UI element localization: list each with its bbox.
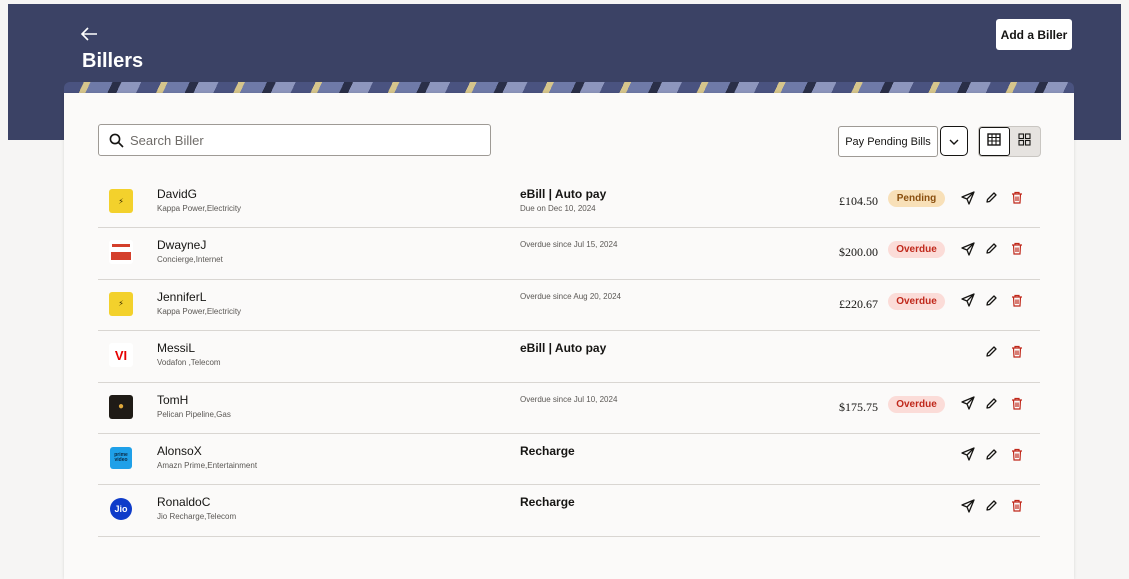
bill-amount: $175.75: [839, 399, 878, 414]
biller-name[interactable]: JenniferL: [157, 290, 206, 304]
biller-row[interactable]: VI MessiL Vodafon ,Telecom eBill | Auto pay: [98, 331, 1040, 383]
edit-icon[interactable]: [984, 190, 999, 205]
delete-icon[interactable]: [1009, 498, 1024, 513]
view-toggle: [978, 126, 1041, 157]
billers-list: ⚡ DavidG Kappa Power,Electricity eBill | Au…: [98, 177, 1040, 537]
biller-row[interactable]: ⚡ DavidG Kappa Power,Electricity eBill | Au…: [98, 177, 1040, 229]
chevron-down-icon: [949, 132, 959, 150]
send-icon[interactable]: [960, 447, 975, 462]
search-input[interactable]: [130, 125, 480, 155]
bill-type: eBill | Auto pay: [520, 187, 607, 201]
biller-logo: [109, 240, 133, 265]
page-title: Billers: [82, 50, 144, 72]
biller-category: Pelican Pipeline,Gas: [157, 409, 231, 419]
add-biller-button[interactable]: Add a Biller: [996, 19, 1072, 50]
biller-row[interactable]: prime video AlonsoX Amazn Prime,Entertainm…: [98, 434, 1040, 486]
grid-icon: [1018, 132, 1031, 151]
biller-category: Concierge,Internet: [157, 255, 223, 265]
bill-type: eBill | Auto pay: [520, 341, 607, 356]
biller-category: Kappa Power,Electricity: [157, 204, 242, 213]
bill-overdue-date: Overdue since Jul 10, 2024: [520, 394, 618, 404]
biller-name[interactable]: RonaldoC: [157, 495, 210, 509]
send-icon[interactable]: [960, 241, 975, 256]
biller-row[interactable]: Jio RonaldoC Jio Recharge,Telecom Recharge: [98, 485, 1040, 537]
biller-category: Amazn Prime,Entertainment: [157, 460, 258, 470]
biller-row[interactable]: ⚡ JenniferL Kappa Power,Electricity Overdue…: [98, 280, 1040, 332]
search-box: [98, 124, 491, 156]
delete-icon[interactable]: [1009, 447, 1024, 462]
biller-row[interactable]: DwayneJ Concierge,Internet Overdue since J…: [98, 228, 1040, 280]
send-icon[interactable]: [960, 293, 975, 308]
biller-logo: VI: [109, 343, 133, 368]
send-icon[interactable]: [960, 396, 975, 411]
delete-icon[interactable]: [1009, 241, 1024, 256]
bill-due-date: Due on Dec 10, 2024: [520, 204, 596, 213]
biller-logo: ●: [109, 394, 133, 419]
grid-view-button[interactable]: [1010, 127, 1040, 156]
bill-overdue-date: Overdue since Jul 15, 2024: [520, 240, 618, 250]
biller-name[interactable]: DwayneJ: [157, 238, 206, 252]
status-badge: Overdue: [888, 241, 945, 259]
bill-amount: £220.67: [839, 296, 878, 311]
bill-overdue-date: Overdue since Aug 20, 2024: [520, 291, 621, 301]
edit-icon[interactable]: [984, 241, 999, 256]
biller-logo: Jio: [110, 498, 132, 521]
edit-icon[interactable]: [984, 447, 999, 462]
biller-row[interactable]: ● TomH Pelican Pipeline,Gas Overdue since J…: [98, 383, 1040, 434]
pay-options-dropdown[interactable]: [940, 126, 968, 156]
back-arrow-icon[interactable]: [80, 26, 100, 42]
edit-icon[interactable]: [984, 396, 999, 411]
edit-icon[interactable]: [984, 344, 999, 359]
biller-name[interactable]: TomH: [157, 393, 188, 407]
biller-category: Kappa Power,Electricity: [157, 306, 242, 316]
biller-category: Vodafon ,Telecom: [157, 358, 221, 368]
status-badge: Overdue: [888, 395, 945, 413]
biller-name[interactable]: AlonsoX: [157, 444, 202, 458]
edit-icon[interactable]: [984, 293, 999, 308]
biller-logo: prime video: [110, 446, 132, 469]
bill-type: Recharge: [520, 495, 575, 510]
bill-amount: $200.00: [839, 245, 878, 260]
biller-logo: ⚡: [109, 189, 133, 213]
bill-type: Recharge: [520, 443, 575, 458]
delete-icon[interactable]: [1009, 293, 1024, 308]
delete-icon[interactable]: [1009, 190, 1024, 205]
biller-category: Jio Recharge,Telecom: [157, 512, 237, 522]
delete-icon[interactable]: [1009, 344, 1024, 359]
send-icon[interactable]: [960, 498, 975, 513]
table-view-button[interactable]: [979, 127, 1010, 156]
biller-name[interactable]: DavidG: [157, 187, 197, 201]
biller-name[interactable]: MessiL: [157, 341, 195, 355]
send-icon[interactable]: [960, 190, 975, 205]
billers-card: Pay Pending Bills ⚡ DavidG Kappa Power,Ele…: [64, 93, 1074, 579]
status-badge: Overdue: [888, 292, 945, 310]
status-badge: Pending: [888, 190, 945, 207]
search-icon: [109, 133, 124, 148]
bill-amount: £104.50: [839, 194, 878, 208]
delete-icon[interactable]: [1009, 396, 1024, 411]
biller-logo: ⚡: [109, 291, 133, 316]
pay-pending-bills-button[interactable]: Pay Pending Bills: [838, 126, 938, 157]
edit-icon[interactable]: [984, 498, 999, 513]
table-icon: [987, 132, 1001, 151]
